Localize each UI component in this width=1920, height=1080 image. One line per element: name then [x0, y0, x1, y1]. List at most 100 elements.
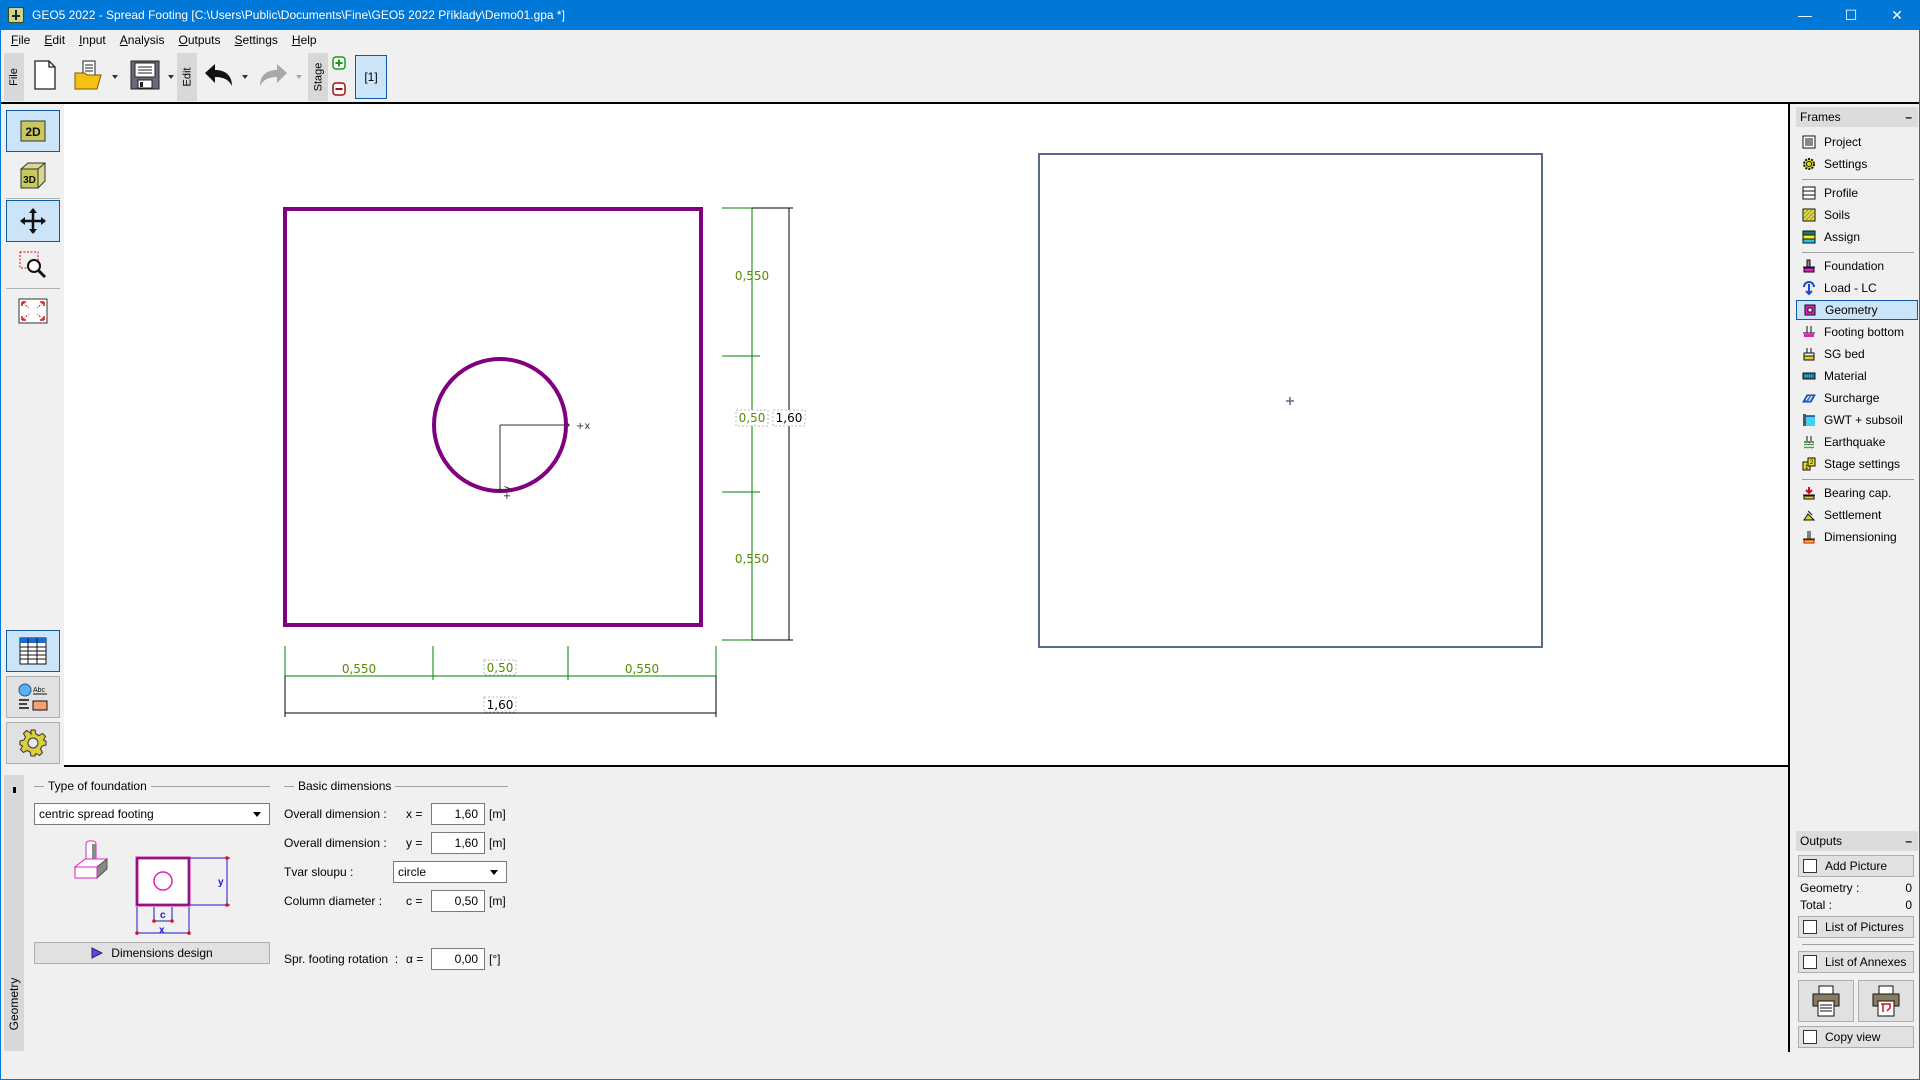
chevron-down-icon: [253, 812, 261, 817]
frame-item-profile[interactable]: Profile: [1796, 183, 1918, 203]
dim-offset-left: 0,550: [342, 662, 376, 676]
geometry-panel-tab[interactable]: Geometry: [4, 775, 24, 1051]
settlement-icon: [1802, 508, 1816, 522]
gwt-subsoil-icon: [1802, 413, 1816, 427]
column-diameter-unit: [m]: [489, 894, 506, 908]
dim-column-vertical: 0,50: [739, 411, 766, 425]
dim-column-horizontal: 0,50: [487, 661, 514, 675]
surcharge-icon: [1802, 391, 1816, 405]
dim-offset-bottom: 0,550: [735, 552, 769, 566]
overall-x-value: 1,60: [454, 807, 478, 821]
overall-y-symbol: y =: [406, 836, 423, 850]
outputs-title: Outputs: [1800, 834, 1843, 848]
frame-item-label: Soils: [1824, 208, 1851, 222]
footing-rotation-label: Spr. footing rotation :: [284, 952, 399, 966]
footing-outline[interactable]: [283, 207, 703, 627]
frames-separator: [1802, 179, 1914, 180]
frame-item-label: SG bed: [1824, 347, 1865, 361]
close-icon: ✕: [1891, 6, 1903, 23]
column-shape-value: circle: [398, 865, 427, 879]
basic-dimensions-title: Basic dimensions: [298, 779, 392, 793]
printer-icon: [1812, 985, 1840, 1017]
geometry-input-panel: Geometry Type of foundation centric spre…: [0, 769, 1788, 1052]
list-of-annexes-label: List of Annexes: [1825, 955, 1907, 969]
footing-rotation-input[interactable]: 0,00: [431, 948, 485, 970]
frame-item-label: Stage settings: [1824, 457, 1901, 471]
frame-item-label: GWT + subsoil: [1824, 413, 1903, 427]
copy-view-label: Copy view: [1825, 1030, 1881, 1044]
overall-y-value: 1,60: [454, 836, 478, 850]
frame-item-bearing-capacity[interactable]: Bearing cap.: [1796, 483, 1918, 503]
geometry-tab-label: Geometry: [7, 977, 21, 1031]
dimensions-design-button[interactable]: Dimensions design: [34, 942, 270, 964]
sketch-y-label: y: [218, 877, 224, 888]
frame-item-load[interactable]: Load - LC: [1796, 278, 1918, 298]
frame-item-foundation[interactable]: Foundation: [1796, 256, 1918, 276]
profile-icon: [1802, 186, 1816, 200]
frame-item-label: Project: [1824, 135, 1862, 149]
footing-rotation-unit: [°]: [489, 952, 501, 966]
close-button[interactable]: ✕: [1874, 0, 1920, 30]
frame-item-assign[interactable]: Assign: [1796, 227, 1918, 247]
column-shape-label: Tvar sloupu :: [284, 865, 354, 879]
frame-item-project[interactable]: Project: [1796, 132, 1918, 152]
frame-item-geometry[interactable]: Geometry: [1796, 300, 1918, 320]
frame-item-label: Profile: [1824, 186, 1859, 200]
earthquake-icon: [1802, 435, 1816, 449]
maximize-icon: ☐: [1844, 6, 1858, 23]
overall-x-label: Overall dimension :: [284, 807, 387, 821]
maximize-button[interactable]: ☐: [1828, 0, 1874, 30]
frames-collapse-button[interactable]: –: [1905, 110, 1912, 124]
minimize-button[interactable]: —: [1782, 0, 1828, 30]
frame-item-settlement[interactable]: Settlement: [1796, 505, 1918, 525]
foundation-type-value: centric spread footing: [39, 807, 154, 821]
column-shape-select[interactable]: circle: [393, 861, 507, 883]
stage-settings-icon: 12: [1802, 457, 1816, 471]
frame-item-dimensioning[interactable]: Dimensioning: [1796, 527, 1918, 547]
frame-item-label: Footing bottom: [1824, 325, 1905, 339]
frame-item-material[interactable]: Material: [1796, 366, 1918, 386]
copy-view-button[interactable]: Copy view: [1798, 1026, 1914, 1048]
list-annexes-icon: [1803, 955, 1817, 969]
column-diameter-input[interactable]: 0,50: [431, 890, 485, 912]
overall-y-input[interactable]: 1,60: [431, 832, 485, 854]
frames-header: Frames –: [1796, 107, 1918, 127]
frame-item-soils[interactable]: Soils: [1796, 205, 1918, 225]
right-panel: Frames – Project Settings Profile Soils …: [1788, 104, 1920, 1052]
list-of-pictures-button[interactable]: List of Pictures: [1798, 916, 1914, 938]
frame-item-label: Settlement: [1824, 508, 1882, 522]
type-of-foundation-group: Type of foundation: [34, 779, 270, 793]
frame-item-label: Material: [1824, 369, 1867, 383]
geometry-count-value: 0: [1905, 881, 1912, 895]
frame-item-earthquake[interactable]: Earthquake: [1796, 432, 1918, 452]
column-diameter-symbol: c =: [406, 894, 423, 908]
axis-x-label: +x: [576, 421, 590, 432]
frame-item-settings[interactable]: Settings: [1796, 154, 1918, 174]
total-count-label: Total :: [1800, 898, 1833, 912]
overall-x-input[interactable]: 1,60: [431, 803, 485, 825]
minimize-icon: —: [1798, 7, 1812, 23]
print-export-button[interactable]: [1858, 980, 1914, 1022]
sg-bed-icon: [1802, 347, 1816, 361]
geometry-drawing: +x +y 0,550 0,50 1,60 0,550 0,550 0,50 0…: [283, 153, 1543, 717]
frame-item-label: Surcharge: [1824, 391, 1880, 405]
frame-item-gwt-subsoil[interactable]: GWT + subsoil: [1796, 410, 1918, 430]
outputs-collapse-button[interactable]: –: [1905, 834, 1912, 848]
column-diameter-label: Column diameter :: [284, 894, 383, 908]
basic-dimensions-group: Basic dimensions: [284, 779, 508, 793]
frame-item-surcharge[interactable]: Surcharge: [1796, 388, 1918, 408]
frame-item-label: Foundation: [1824, 259, 1885, 273]
frame-item-stage-settings[interactable]: 12 Stage settings: [1796, 454, 1918, 474]
list-of-annexes-button[interactable]: List of Annexes: [1798, 951, 1914, 973]
add-picture-button[interactable]: Add Picture: [1798, 855, 1914, 877]
foundation-type-select[interactable]: centric spread footing: [34, 803, 270, 825]
dimensioning-icon: [1802, 530, 1816, 544]
frame-item-sg-bed[interactable]: SG bed: [1796, 344, 1918, 364]
frames-separator: [1802, 479, 1914, 480]
frame-item-label: Load - LC: [1824, 281, 1877, 295]
x-axis-marker: [566, 423, 570, 427]
frame-item-label: Assign: [1824, 230, 1861, 244]
frame-item-footing-bottom[interactable]: Footing bottom: [1796, 322, 1918, 342]
drawing-canvas[interactable]: +x +y 0,550 0,50 1,60 0,550 0,550 0,50 0…: [64, 104, 1788, 767]
print-button[interactable]: [1798, 980, 1854, 1022]
